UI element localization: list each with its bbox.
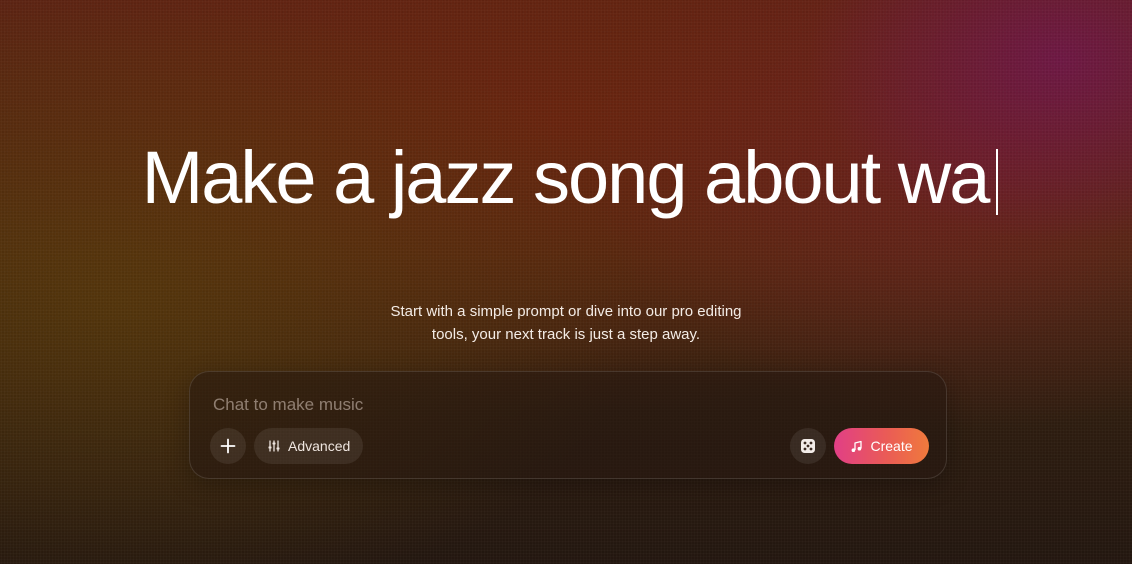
- hero-subtitle: Start with a simple prompt or dive into …: [0, 300, 1132, 346]
- typing-caret: [996, 149, 999, 215]
- music-prompt-composer: Advanced Create: [189, 371, 947, 479]
- hero-headline: Make a jazz song about wa: [142, 138, 999, 218]
- sliders-icon: [268, 440, 280, 452]
- create-button-label: Create: [870, 438, 913, 454]
- dice-icon: [800, 438, 816, 454]
- advanced-button-label: Advanced: [288, 438, 351, 454]
- music-note-icon: [850, 440, 863, 453]
- advanced-button[interactable]: Advanced: [254, 428, 364, 464]
- add-attachment-button[interactable]: [210, 428, 246, 464]
- background-grain: [0, 0, 1132, 564]
- hero-headline-text: Make a jazz song about wa: [141, 136, 991, 219]
- hero-subtitle-line-2: tools, your next track is just a step aw…: [431, 326, 701, 343]
- random-prompt-button[interactable]: [790, 428, 826, 464]
- hero-headline-container: Make a jazz song about wa: [0, 138, 1132, 218]
- hero-subtitle-line-1: Start with a simple prompt or dive into …: [390, 303, 742, 320]
- prompt-input[interactable]: [213, 392, 773, 418]
- plus-icon: [220, 438, 236, 454]
- create-button[interactable]: Create: [834, 428, 929, 464]
